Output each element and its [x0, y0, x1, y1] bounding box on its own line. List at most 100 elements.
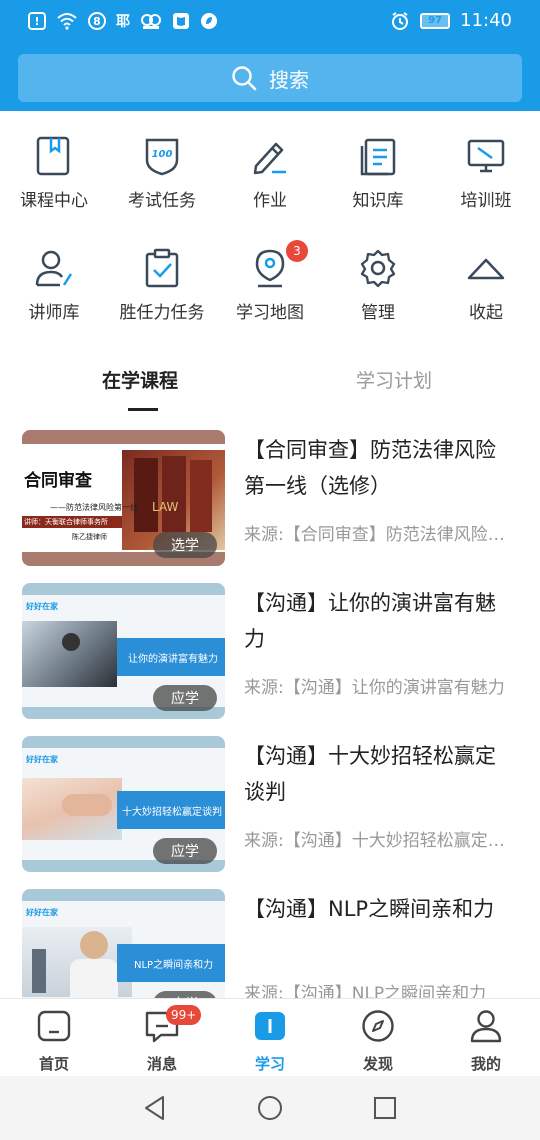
wifi-icon — [57, 13, 77, 30]
grid-item-label: 考试任务 — [128, 191, 196, 211]
grid-item-lecturer-library[interactable]: 讲师库 — [0, 240, 108, 336]
course-source: 来源:【沟通】十大妙招轻松赢定谈判 — [244, 831, 519, 851]
teacher-icon — [35, 250, 73, 287]
clock: 11:40 — [460, 10, 512, 31]
course-tag: 应学 — [153, 991, 217, 998]
home-icon — [37, 1010, 71, 1042]
score-shield-icon: 100 — [145, 138, 179, 176]
nav-label: 学习 — [254, 1055, 285, 1073]
compass-icon — [362, 1010, 394, 1042]
course-title[interactable]: 【沟通】让你的演讲富有魅力 — [244, 585, 514, 657]
course-tag: 选学 — [153, 532, 217, 558]
list-item[interactable]: 好好在家 十大妙招轻松赢定谈判 应学 【沟通】十大妙招轻松赢定谈判 来源:【沟通… — [0, 736, 540, 886]
course-thumbnail: LAW 合同审查 ——防范法律风险第一线 讲师：天衡联合律师事务所 陈乙捷律师 … — [22, 430, 225, 566]
job-app-icon: 耶 — [116, 14, 130, 30]
alarm-icon — [392, 11, 409, 30]
grid-item-label: 管理 — [361, 303, 395, 323]
course-tag: 应学 — [153, 838, 217, 864]
tab-current-courses[interactable]: 在学课程 — [102, 366, 178, 393]
thumb-subtitle: ——防范法律风险第一线 — [50, 503, 138, 512]
grid-item-competency-tasks[interactable]: 胜任力任务 — [108, 240, 216, 336]
grid-item-label: 学习地图 — [236, 303, 304, 323]
grid-item-label: 胜任力任务 — [119, 303, 205, 323]
nav-label: 发现 — [362, 1055, 393, 1073]
alert-icon: ! — [28, 12, 46, 30]
thumb-lecturer-2: 陈乙捷律师 — [72, 533, 107, 541]
thumb-brand: LAW — [152, 500, 179, 514]
thumb-caption: 让你的演讲富有魅力 — [128, 654, 218, 665]
pencil-icon — [253, 142, 286, 175]
nav-label: 首页 — [38, 1055, 69, 1073]
chevron-up-icon — [467, 258, 505, 280]
course-source: 来源:【沟通】让你的演讲富有魅力 — [244, 678, 505, 698]
nav-messages[interactable]: 99+ 消息 — [108, 999, 216, 1077]
nav-discover[interactable]: 发现 — [324, 999, 432, 1077]
status-bar: ! 8 耶 97 11:40 — [0, 0, 540, 46]
grid-item-label: 培训班 — [460, 191, 512, 211]
gear-icon — [360, 249, 396, 288]
clipboard-check-icon — [145, 248, 179, 288]
thumb-logo: 好好在家 — [26, 908, 58, 917]
grid-item-knowledge-base[interactable]: 知识库 — [324, 128, 432, 224]
course-thumbnail: 好好在家 让你的演讲富有魅力 应学 — [22, 583, 225, 719]
thumb-heading: 合同审查 — [24, 471, 92, 491]
grid-item-training-class[interactable]: 培训班 — [432, 128, 540, 224]
thumb-caption: 十大妙招轻松赢定谈判 — [122, 807, 222, 818]
system-nav-bar — [0, 1076, 540, 1140]
feature-grid: 课程中心 100 考试任务 作业 知识库 培训班 讲师库 胜任力任务 3 学习地… — [0, 128, 540, 343]
course-tag: 应学 — [153, 685, 217, 711]
grid-item-label: 课程中心 — [20, 191, 88, 211]
app-header: ! 8 耶 97 11:40 搜索 — [0, 0, 540, 111]
grid-item-course-center[interactable]: 课程中心 — [0, 128, 108, 224]
grid-item-label: 收起 — [469, 303, 503, 323]
course-title[interactable]: 【合同审查】防范法律风险第一线（选修） — [244, 432, 514, 504]
grid-item-label: 知识库 — [352, 191, 404, 211]
list-item[interactable]: LAW 合同审查 ——防范法律风险第一线 讲师：天衡联合律师事务所 陈乙捷律师 … — [0, 430, 540, 580]
search-icon — [232, 66, 257, 91]
grid-item-management[interactable]: 管理 — [324, 240, 432, 336]
app-icon — [141, 14, 161, 29]
user-icon — [470, 1010, 502, 1043]
back-icon[interactable] — [141, 1094, 169, 1122]
search-placeholder: 搜索 — [269, 67, 309, 92]
book-app-icon — [173, 13, 189, 29]
course-thumbnail: 好好在家 十大妙招轻松赢定谈判 应学 — [22, 736, 225, 872]
grid-item-label: 讲师库 — [28, 303, 80, 323]
grid-item-label: 作业 — [253, 191, 287, 211]
book-icon — [36, 136, 70, 176]
home-circle-icon[interactable] — [256, 1094, 284, 1122]
nav-label: 消息 — [146, 1055, 177, 1073]
grid-item-exam-tasks[interactable]: 100 考试任务 — [108, 128, 216, 224]
course-source: 来源:【沟通】NLP之瞬间亲和力 — [244, 984, 487, 998]
grid-item-learning-map[interactable]: 3 学习地图 — [216, 240, 324, 336]
course-title[interactable]: 【沟通】十大妙招轻松赢定谈判 — [244, 738, 514, 810]
svg-text:100: 100 — [152, 149, 173, 160]
grid-item-homework[interactable]: 作业 — [216, 128, 324, 224]
hd-icon: 8 — [88, 12, 106, 30]
search-input[interactable]: 搜索 — [18, 54, 522, 102]
thumb-logo: 好好在家 — [26, 755, 58, 764]
nav-home[interactable]: 首页 — [0, 999, 108, 1077]
learning-map-badge: 3 — [286, 240, 308, 262]
nav-study[interactable]: 学习 — [216, 999, 324, 1077]
grid-item-collapse[interactable]: 收起 — [432, 240, 540, 336]
study-icon — [255, 1012, 285, 1040]
leaf-app-icon — [201, 13, 217, 29]
map-pin-icon — [255, 249, 285, 288]
tab-learning-plan[interactable]: 学习计划 — [356, 366, 432, 393]
document-icon — [360, 138, 396, 176]
thumb-caption: NLP之瞬间亲和力 — [134, 960, 214, 971]
list-item[interactable]: 好好在家 让你的演讲富有魅力 应学 【沟通】让你的演讲富有魅力 来源:【沟通】让… — [0, 583, 540, 733]
recents-icon[interactable] — [371, 1094, 399, 1122]
tab-indicator — [128, 408, 158, 411]
list-item[interactable]: 好好在家 NLP之瞬间亲和力 应学 【沟通】NLP之瞬间亲和力 来源:【沟通】N… — [0, 889, 540, 998]
nav-label: 我的 — [470, 1055, 501, 1073]
screen-icon — [467, 139, 505, 173]
battery-indicator: 97 — [420, 12, 451, 29]
course-list[interactable]: LAW 合同审查 ——防范法律风险第一线 讲师：天衡联合律师事务所 陈乙捷律师 … — [0, 430, 540, 998]
nav-profile[interactable]: 我的 — [432, 999, 540, 1077]
course-source: 来源:【合同审查】防范法律风险第一线（选修） — [244, 525, 519, 545]
thumb-logo: 好好在家 — [26, 602, 58, 611]
bottom-nav: 首页 99+ 消息 学习 发现 我的 — [0, 998, 540, 1076]
course-title[interactable]: 【沟通】NLP之瞬间亲和力 — [244, 891, 514, 927]
